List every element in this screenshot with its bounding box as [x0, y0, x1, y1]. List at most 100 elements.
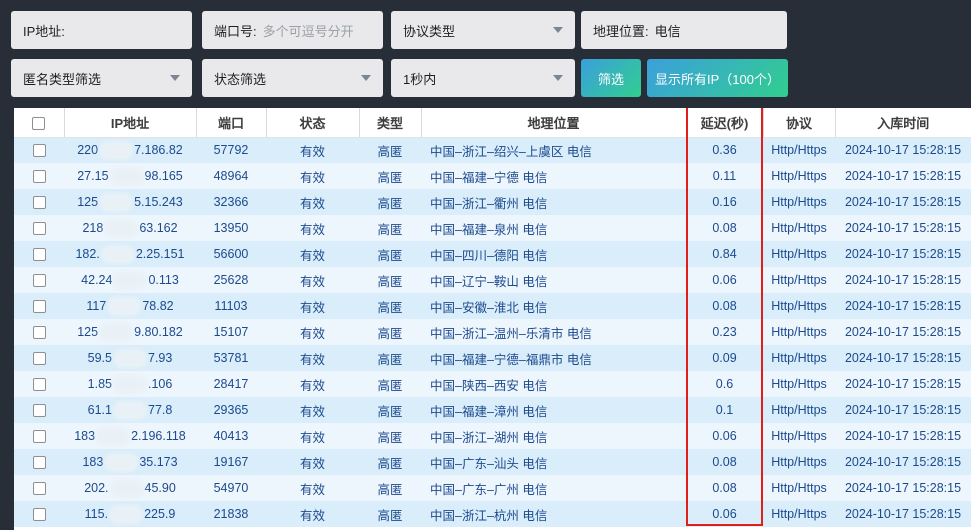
table-row: 117 78.82 11103 有效 高匿 中国–安徽–淮北 电信 0.08 Http/Htt… [14, 293, 971, 319]
port-cell: 28417 [196, 371, 266, 397]
row-checkbox[interactable] [32, 248, 46, 262]
row-checkbox[interactable] [32, 274, 46, 288]
port-cell: 40413 [196, 423, 266, 449]
ip-cell: 125 9.80.182 [64, 319, 196, 345]
checkbox-cell [14, 345, 64, 371]
checkbox-cell [14, 163, 64, 189]
location-cell: 中国–陕西–西安 电信 [421, 371, 686, 397]
status-cell: 有效 [266, 189, 359, 215]
select-all-header [14, 108, 65, 138]
row-checkbox[interactable] [32, 326, 46, 340]
row-checkbox[interactable] [32, 300, 46, 314]
delay-cell: 0.06 [686, 267, 763, 293]
delay-cell: 0.11 [686, 163, 763, 189]
status-filter-select[interactable]: 状态筛选 [202, 59, 383, 97]
delay-filter-label: 1秒内 [403, 71, 437, 87]
filter-bar: IP地址: 端口号: 多个可逗号分开 协议类型 地理位置: 电信 匿名类型筛选 … [0, 0, 971, 108]
ip-suffix: 35.173 [139, 454, 178, 469]
checkbox-cell [14, 397, 64, 423]
anonymity-type-select[interactable]: 匿名类型筛选 [11, 59, 192, 97]
checkbox-cell [14, 215, 64, 241]
port-cell: 57792 [196, 137, 266, 163]
port-label: 端口号: [214, 23, 257, 39]
row-checkbox[interactable] [32, 196, 46, 210]
ip-cell: 125 5.15.243 [64, 189, 196, 215]
header-time: 入库时间 [835, 108, 971, 138]
location-cell: 中国–浙江–杭州 电信 [421, 501, 686, 527]
chevron-down-icon [553, 27, 563, 33]
row-checkbox[interactable] [32, 508, 46, 522]
type-cell: 高匿 [359, 371, 421, 397]
ip-redaction-blur [107, 296, 142, 316]
ip-suffix: 2.196.118 [131, 428, 186, 443]
row-checkbox[interactable] [32, 430, 46, 444]
ip-suffix: 225.9 [144, 506, 176, 521]
protocol-type-label: 协议类型 [403, 23, 456, 39]
checkbox-cell [14, 267, 64, 293]
ip-cell: 117 78.82 [64, 293, 196, 319]
ip-prefix: 27.15 [77, 168, 109, 183]
ip-redaction-blur [99, 192, 134, 212]
ip-address-input[interactable]: IP地址: [11, 11, 192, 49]
table-row: 61.1 77.8 29365 有效 高匿 中国–福建–漳州 电信 0.1 Http/Http… [14, 397, 971, 423]
table-row: 125 9.80.182 15107 有效 高匿 中国–浙江–温州–乐清市 电信 0.23 H… [14, 319, 971, 345]
show-all-ip-button[interactable]: 显示所有IP（100个） [647, 59, 788, 97]
select-all-checkbox[interactable] [32, 116, 46, 130]
status-cell: 有效 [266, 449, 359, 475]
time-cell: 2024-10-17 15:28:15 [835, 501, 971, 527]
delay-cell: 0.16 [686, 189, 763, 215]
ip-cell: 183 2.196.118 [64, 423, 196, 449]
location-cell: 中国–福建–宁德 电信 [421, 163, 686, 189]
protocol-cell: Http/Https [763, 215, 835, 241]
ip-redaction-blur [100, 244, 135, 264]
port-input[interactable]: 端口号: 多个可逗号分开 [202, 11, 383, 49]
ip-redaction-blur [104, 218, 139, 238]
row-checkbox[interactable] [32, 404, 46, 418]
ip-suffix: 0.113 [148, 272, 179, 287]
port-cell: 21838 [196, 501, 266, 527]
protocol-cell: Http/Https [763, 189, 835, 215]
location-cell: 中国–浙江–温州–乐清市 电信 [421, 319, 686, 345]
header-type: 类型 [359, 108, 422, 138]
protocol-type-select[interactable]: 协议类型 [391, 11, 575, 49]
ip-redaction-blur [113, 348, 147, 368]
row-checkbox[interactable] [32, 482, 46, 496]
location-input[interactable]: 地理位置: 电信 [581, 11, 787, 49]
protocol-cell: Http/Https [763, 319, 835, 345]
location-cell: 中国–福建–泉州 电信 [421, 215, 686, 241]
status-cell: 有效 [266, 293, 359, 319]
port-cell: 25628 [196, 267, 266, 293]
delay-cell: 0.23 [686, 319, 763, 345]
ip-redaction-blur [104, 452, 139, 472]
delay-cell: 0.08 [686, 449, 763, 475]
ip-redaction-blur [99, 140, 134, 160]
protocol-cell: Http/Https [763, 449, 835, 475]
ip-prefix: 183 [74, 428, 96, 443]
row-checkbox[interactable] [32, 144, 46, 158]
ip-cell: 115. 225.9 [64, 501, 196, 527]
protocol-cell: Http/Https [763, 293, 835, 319]
location-cell: 中国–安徽–淮北 电信 [421, 293, 686, 319]
type-cell: 高匿 [359, 189, 421, 215]
delay-cell: 0.84 [686, 241, 763, 267]
row-checkbox[interactable] [32, 222, 46, 236]
checkbox-cell [14, 319, 64, 345]
time-cell: 2024-10-17 15:28:15 [835, 267, 971, 293]
row-checkbox[interactable] [32, 352, 46, 366]
table-row: 202. 45.90 54970 有效 高匿 中国–广东–广州 电信 0.08 Http/Ht… [14, 475, 971, 501]
status-cell: 有效 [266, 137, 359, 163]
header-status: 状态 [266, 108, 360, 138]
row-checkbox[interactable] [32, 170, 46, 184]
checkbox-cell [14, 501, 64, 527]
chevron-down-icon [361, 75, 371, 81]
type-cell: 高匿 [359, 423, 421, 449]
checkbox-cell [14, 423, 64, 449]
protocol-cell: Http/Https [763, 501, 835, 527]
time-cell: 2024-10-17 15:28:15 [835, 423, 971, 449]
row-checkbox[interactable] [32, 456, 46, 470]
port-cell: 15107 [196, 319, 266, 345]
delay-filter-select[interactable]: 1秒内 [391, 59, 575, 97]
filter-button[interactable]: 筛选 [581, 59, 641, 97]
type-cell: 高匿 [359, 215, 421, 241]
row-checkbox[interactable] [32, 378, 46, 392]
